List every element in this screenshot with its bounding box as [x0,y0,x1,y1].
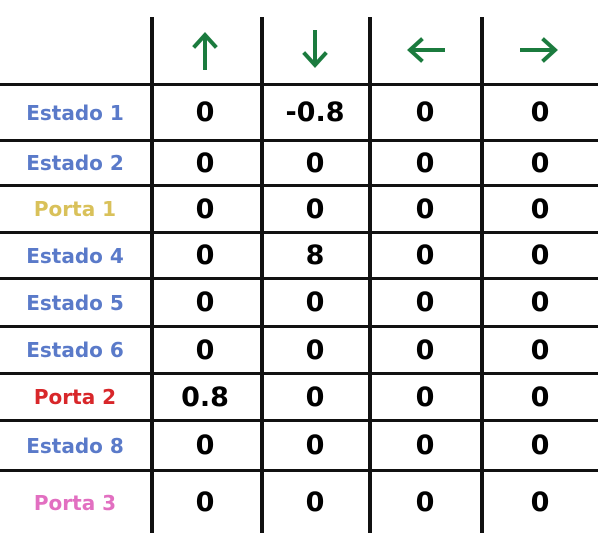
row-label: Estado 2 [26,151,124,175]
value-cell-up: 0 [195,147,215,179]
value-cell-up: 0 [195,334,215,366]
value-cell-right: 0 [530,334,550,366]
arrow-down-icon [302,30,328,68]
value-cell-down: -0.8 [285,97,345,128]
column-divider [260,17,264,533]
value-cell-up: 0 [195,97,215,128]
column-header-down [265,17,365,83]
arrow-right-icon [520,37,558,63]
row-label: Estado 1 [26,100,124,125]
value-cell-down: 0 [305,334,325,366]
value-cell-left: 0 [415,240,435,271]
value-cell-up: 0 [195,240,215,271]
value-cell-down: 0 [305,147,325,179]
value-cell-left: 0 [415,147,435,179]
row-label: Estado 4 [26,243,124,268]
row-label: Porta 1 [33,197,117,221]
value-cell-left: 0 [415,487,435,518]
column-header-up [155,17,255,83]
column-header-left [375,17,475,83]
q-table: Estado 1 0 -0.8 0 0 Estado 2 0 0 0 0 Porta 1 0 0 0 0 Es… [0,0,598,533]
value-cell-right: 0 [530,147,550,179]
row-label: Estado 8 [26,433,124,458]
value-cell-up: 0.8 [181,381,229,413]
value-cell-left: 0 [415,381,435,413]
value-cell-down: 0 [305,287,325,318]
row-label: Porta 2 [33,385,117,409]
row-label: Porta 3 [33,490,117,515]
column-divider [480,17,484,533]
value-cell-left: 0 [415,193,435,225]
value-cell-right: 0 [530,381,550,413]
value-cell-up: 0 [195,193,215,225]
value-cell-right: 0 [530,193,550,225]
column-divider [368,17,372,533]
value-cell-down: 8 [305,240,325,271]
value-cell-right: 0 [530,97,550,128]
value-cell-left: 0 [415,334,435,366]
value-cell-up: 0 [195,487,215,518]
value-cell-left: 0 [415,287,435,318]
value-cell-right: 0 [530,430,550,461]
arrow-up-icon [192,32,218,70]
column-header-right [490,17,590,83]
arrow-left-icon [407,37,445,63]
row-label: Estado 5 [26,290,124,315]
value-cell-right: 0 [530,487,550,518]
value-cell-right: 0 [530,240,550,271]
row-label: Estado 6 [26,338,124,362]
value-cell-up: 0 [195,287,215,318]
value-cell-down: 0 [305,381,325,413]
value-cell-down: 0 [305,430,325,461]
value-cell-down: 0 [305,193,325,225]
value-cell-left: 0 [415,430,435,461]
value-cell-left: 0 [415,97,435,128]
column-divider [150,17,154,533]
value-cell-up: 0 [195,430,215,461]
value-cell-right: 0 [530,287,550,318]
value-cell-down: 0 [305,487,325,518]
